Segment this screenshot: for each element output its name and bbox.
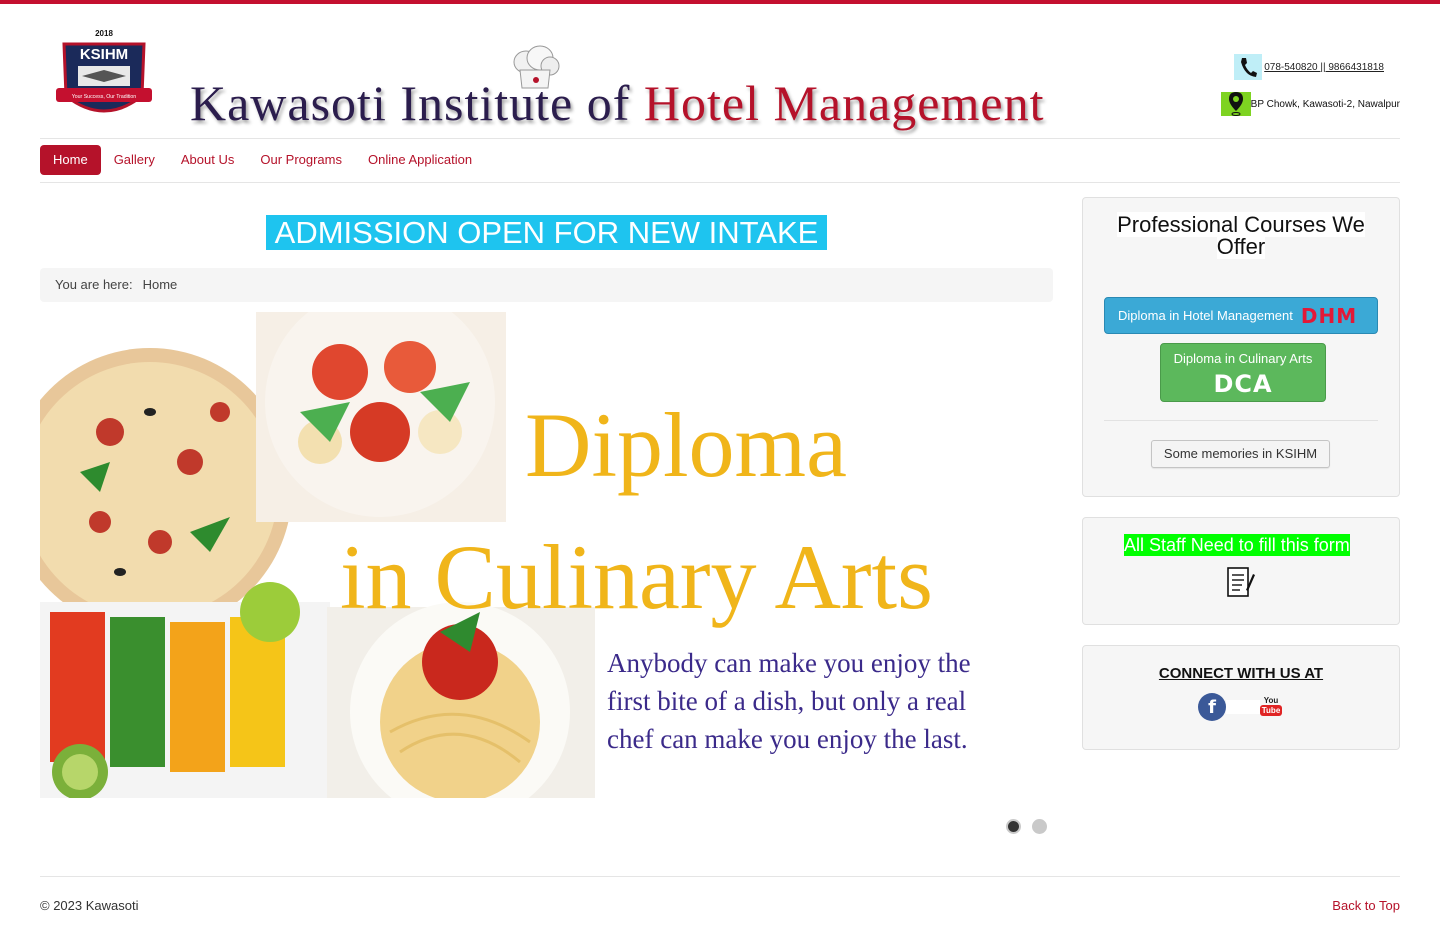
logo-name: KSIHM xyxy=(80,46,128,63)
staff-form-link[interactable]: All Staff Need to fill this form xyxy=(1124,534,1350,556)
brand-title: Kawasoti Institute of Hotel Management xyxy=(190,44,1043,131)
location-pin-icon xyxy=(1220,92,1251,116)
youtube-tube: Tube xyxy=(1259,705,1283,716)
nav-divider xyxy=(40,182,1400,183)
memories-button[interactable]: Some memories in KSIHM xyxy=(1151,440,1330,468)
dhm-tag: DHM xyxy=(1300,303,1358,328)
courses-divider xyxy=(1104,420,1378,421)
slide-title-line1: Diploma xyxy=(525,394,847,496)
courses-title-text: Professional Courses We Offer xyxy=(1117,212,1365,259)
staff-form-panel: All Staff Need to fill this form xyxy=(1082,517,1400,625)
social-spacer xyxy=(1226,700,1260,714)
brand-text: Kawasoti Institute of Hotel Management xyxy=(190,74,1044,132)
nav-about-us[interactable]: About Us xyxy=(168,145,247,175)
nav-gallery[interactable]: Gallery xyxy=(101,145,168,175)
dca-tag: DCA xyxy=(1213,370,1273,398)
slider-dot-1[interactable] xyxy=(1006,819,1021,834)
phone-icon xyxy=(1234,54,1263,80)
footer-divider xyxy=(40,876,1400,877)
dhm-course-label: Diploma in Hotel Management xyxy=(1118,308,1293,323)
brand-part-hotel: Hotel Management xyxy=(643,75,1045,131)
back-to-top-link[interactable]: Back to Top xyxy=(1332,898,1400,913)
logo-tagline: Your Success, Our Tradition xyxy=(72,94,137,100)
slider-pagination xyxy=(1006,819,1047,834)
phone-row: 078-540820 || 9866431818 xyxy=(1234,54,1384,80)
dca-course-label: Diploma in Culinary Arts xyxy=(1173,351,1313,366)
breadcrumb-prefix: You are here: xyxy=(55,277,133,292)
main-nav: Home Gallery About Us Our Programs Onlin… xyxy=(40,145,485,175)
nav-online-application[interactable]: Online Application xyxy=(355,145,485,175)
header-divider xyxy=(40,138,1400,139)
contact-info: 078-540820 || 9866431818 BP Chowk, Kawas… xyxy=(1200,54,1400,126)
slider-dot-2[interactable] xyxy=(1032,819,1047,834)
logo-year: 2018 xyxy=(95,29,113,38)
image-slider[interactable]: Diploma in Culinary Arts Anybody can mak… xyxy=(40,312,1053,798)
admission-banner: ADMISSION OPEN FOR NEW INTAKE xyxy=(266,215,827,250)
youtube-you: You xyxy=(1263,696,1279,705)
dca-course-button[interactable]: Diploma in Culinary Arts DCA xyxy=(1160,343,1326,402)
address-text: BP Chowk, Kawasoti-2, Nawalpur xyxy=(1250,98,1400,110)
nav-home[interactable]: Home xyxy=(40,145,101,175)
connect-title: CONNECT WITH US AT xyxy=(1158,665,1324,682)
slide-title-line2: in Culinary Arts xyxy=(340,526,933,628)
courses-title: Professional Courses We Offer xyxy=(1105,212,1377,259)
youtube-icon[interactable]: You Tube xyxy=(1259,696,1283,718)
breadcrumb-current: Home xyxy=(142,277,178,292)
copyright-text: © 2023 Kawasoti xyxy=(40,898,139,913)
phone-link[interactable]: 078-540820 || 9866431818 xyxy=(1264,62,1384,73)
courses-panel: Professional Courses We Offer Diploma in… xyxy=(1082,197,1400,497)
breadcrumb: You are here: Home xyxy=(40,268,1053,302)
brand-part-institute: Kawasoti Institute of xyxy=(190,75,644,131)
connect-panel: CONNECT WITH US AT f You Tube xyxy=(1082,645,1400,750)
dhm-course-button[interactable]: Diploma in Hotel Management DHM xyxy=(1104,297,1378,334)
address-row: BP Chowk, Kawasoti-2, Nawalpur xyxy=(1220,92,1400,116)
nav-our-programs[interactable]: Our Programs xyxy=(247,145,355,175)
facebook-icon[interactable]: f xyxy=(1198,693,1226,721)
slide-quote: Anybody can make you enjoy the first bit… xyxy=(607,648,971,754)
site-header: 2018 KSIHM Your Success, Our Tradition K… xyxy=(40,18,1400,138)
social-links: f You Tube xyxy=(1198,693,1283,721)
ksihm-logo[interactable]: 2018 KSIHM Your Success, Our Tradition xyxy=(52,26,156,128)
form-icon[interactable] xyxy=(1226,566,1256,598)
